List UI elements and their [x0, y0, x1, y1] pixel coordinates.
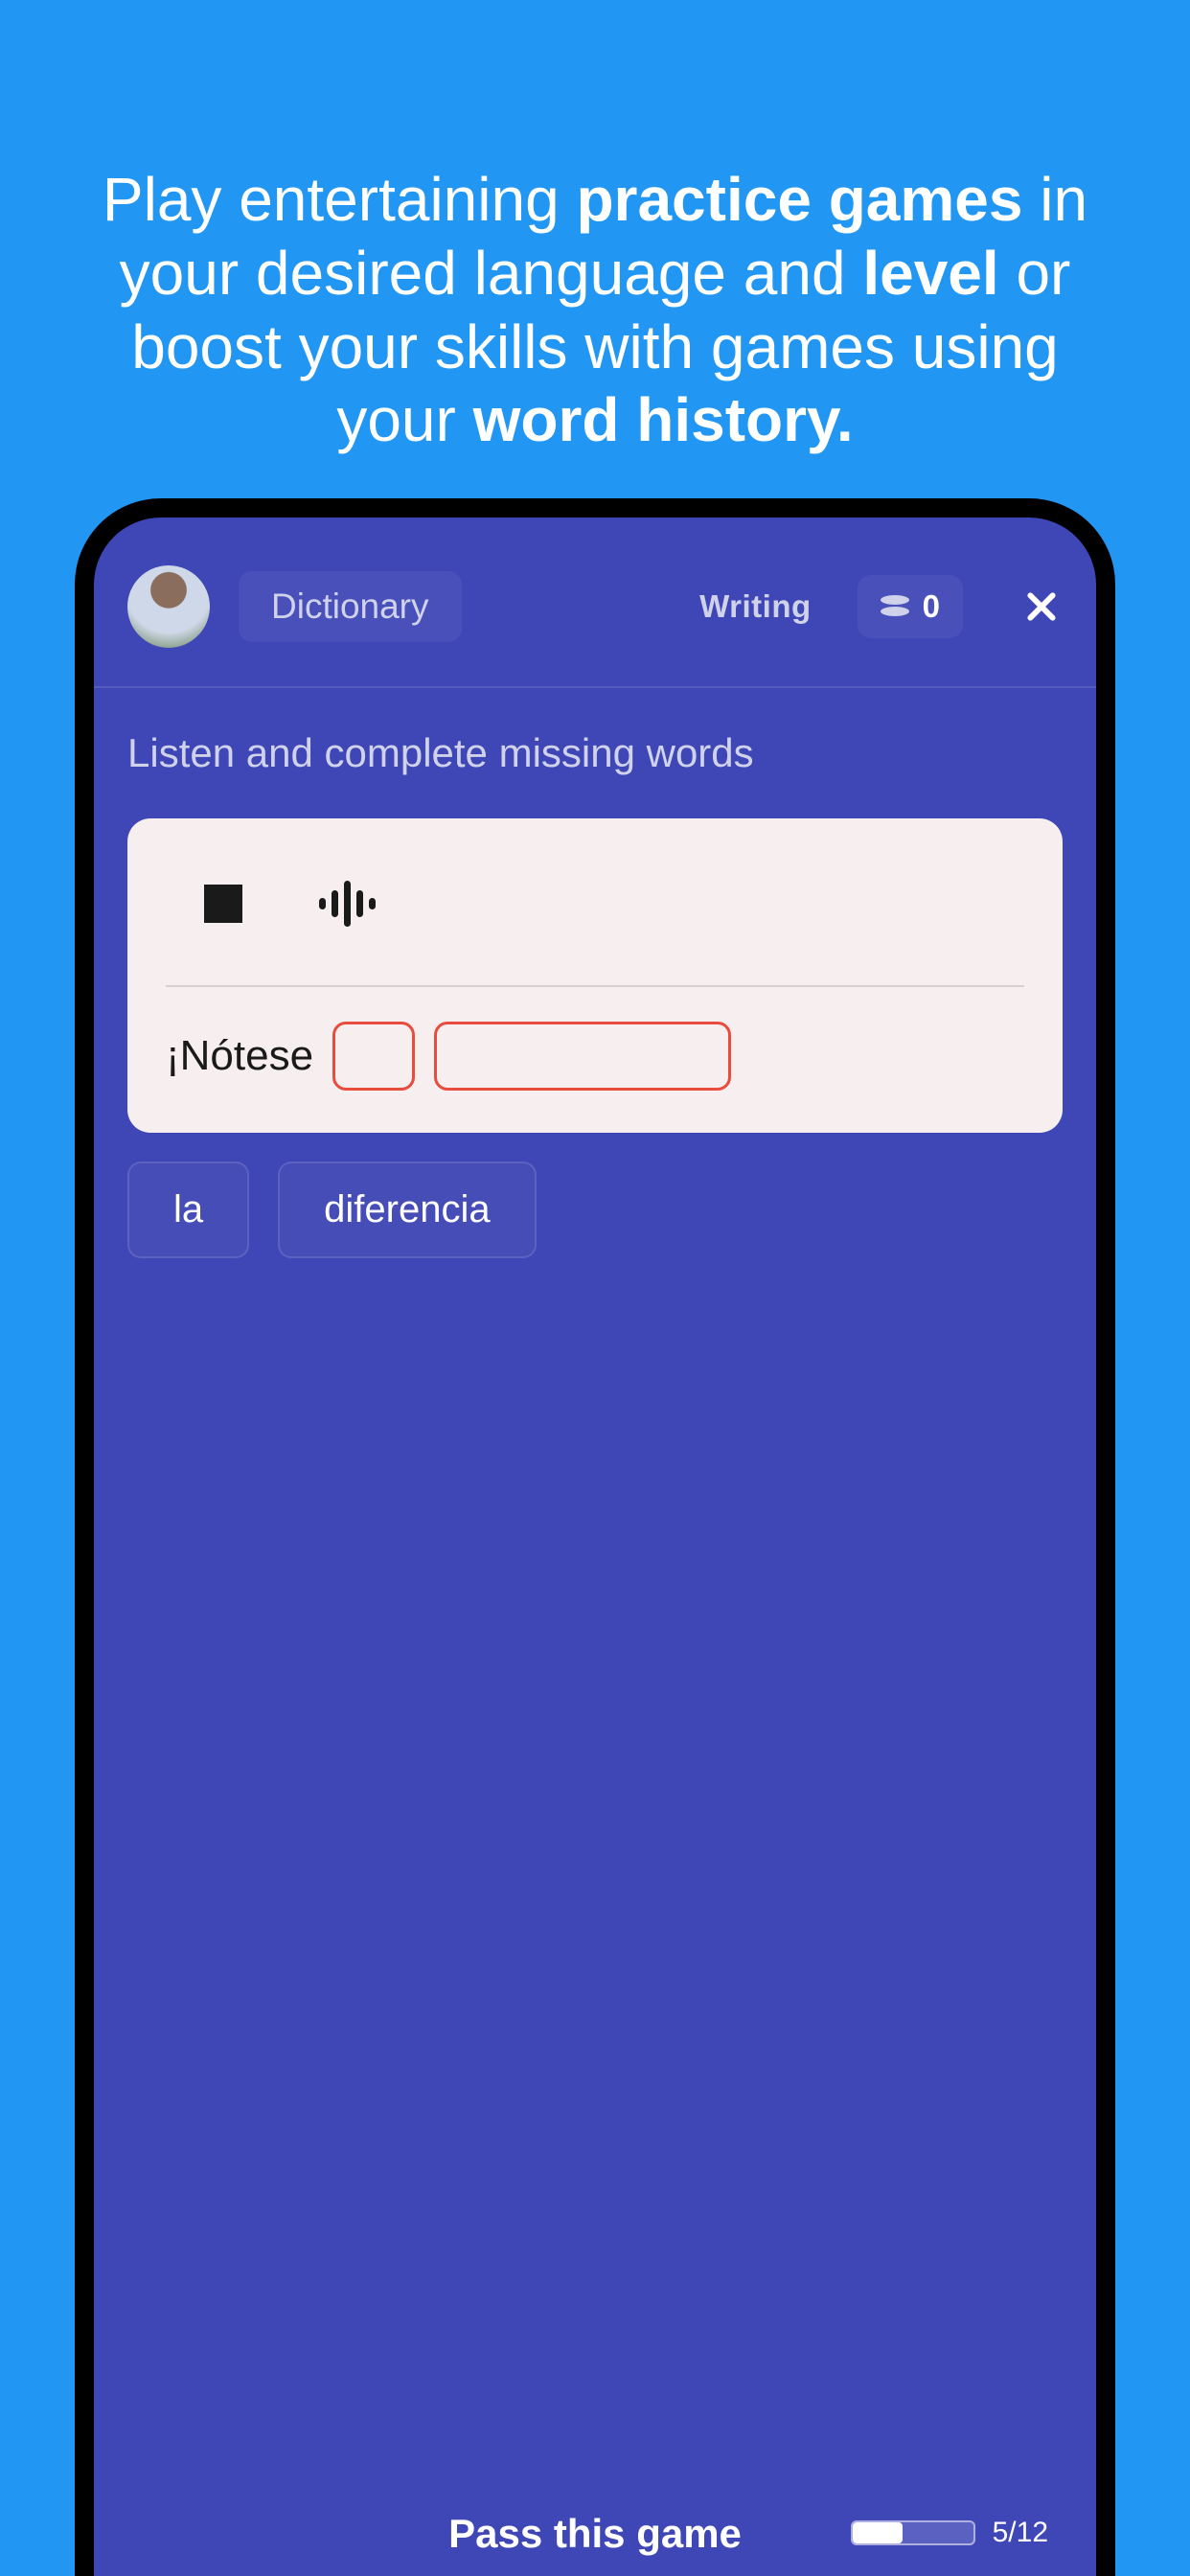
close-icon: [1022, 587, 1061, 626]
card-divider: [166, 985, 1024, 987]
app-header: Dictionary Writing 0: [94, 518, 1096, 686]
word-chips-row: la diferencia: [94, 1133, 1096, 1287]
dictionary-button[interactable]: Dictionary: [239, 571, 462, 642]
coin-count: 0: [923, 588, 940, 625]
progress-indicator: 5/12: [851, 2517, 1048, 2549]
mode-label: Writing: [699, 588, 812, 625]
progress-bar: [851, 2520, 975, 2545]
avatar[interactable]: [127, 565, 210, 648]
promo-bold-part: word history.: [473, 385, 854, 454]
exercise-card: ¡Nótese: [127, 818, 1063, 1133]
coin-badge[interactable]: 0: [858, 575, 963, 638]
progress-text: 5/12: [993, 2517, 1048, 2549]
progress-fill: [853, 2522, 903, 2543]
stop-button[interactable]: [204, 885, 242, 923]
pass-game-button[interactable]: Pass this game: [448, 2511, 742, 2557]
close-button[interactable]: [1020, 586, 1063, 628]
promo-headline: Play entertaining practice games in your…: [0, 0, 1190, 457]
blank-slot-2[interactable]: [434, 1022, 731, 1091]
promo-text-part: Play entertaining: [103, 165, 577, 234]
word-chip[interactable]: diferencia: [278, 1162, 536, 1258]
word-chip[interactable]: la: [127, 1162, 249, 1258]
sentence-row: ¡Nótese: [166, 1022, 1024, 1091]
instruction-text: Listen and complete missing words: [94, 730, 1096, 818]
game-footer: Pass this game 5/12: [94, 2472, 1096, 2576]
promo-bold-part: level: [862, 239, 998, 308]
audio-controls: [166, 861, 1024, 966]
phone-screen: Dictionary Writing 0 Listen and complete…: [94, 518, 1096, 2576]
header-divider: [94, 686, 1096, 688]
promo-bold-part: practice games: [576, 165, 1022, 234]
audio-waveform-icon[interactable]: [319, 880, 376, 928]
coins-icon: [881, 595, 909, 618]
sentence-word: ¡Nótese: [166, 1032, 313, 1080]
phone-frame: Dictionary Writing 0 Listen and complete…: [75, 498, 1115, 2576]
blank-slot-1[interactable]: [332, 1022, 415, 1091]
